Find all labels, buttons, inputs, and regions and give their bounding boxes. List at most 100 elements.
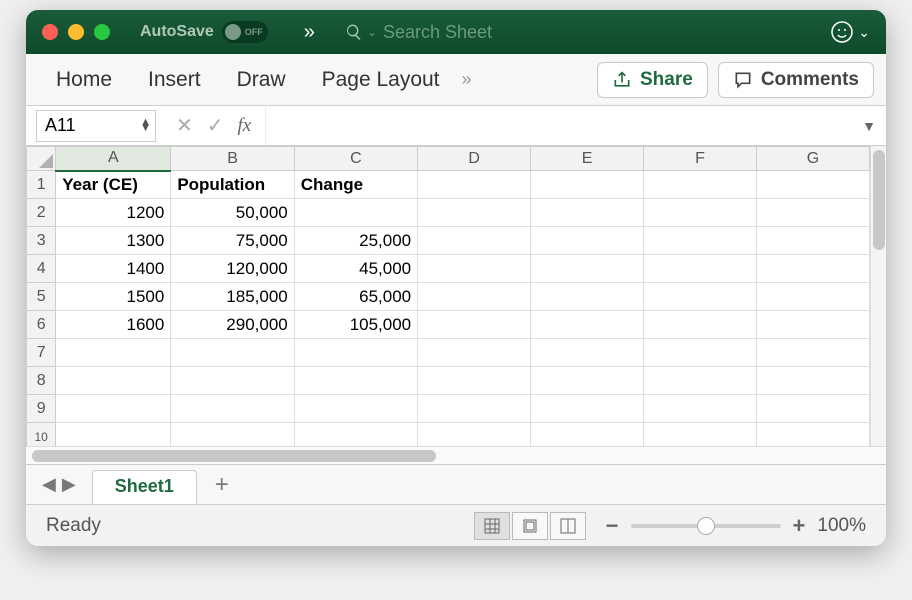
cell[interactable]: 75,000: [171, 227, 294, 255]
row-9: 9: [27, 395, 870, 423]
cell[interactable]: 1600: [56, 311, 171, 339]
cell[interactable]: Change: [294, 171, 417, 199]
add-sheet-button[interactable]: +: [197, 471, 247, 499]
row-header[interactable]: 3: [27, 227, 56, 255]
cell[interactable]: 65,000: [294, 283, 417, 311]
row-header[interactable]: 9: [27, 395, 56, 423]
autosave-toggle[interactable]: AutoSave OFF: [140, 21, 268, 43]
zoom-thumb[interactable]: [697, 517, 715, 535]
zoom-slider[interactable]: [631, 524, 781, 528]
row-header[interactable]: 10: [27, 423, 56, 447]
col-header-E[interactable]: E: [531, 147, 644, 171]
row-header[interactable]: 7: [27, 339, 56, 367]
share-button[interactable]: Share: [597, 62, 708, 98]
autosave-label: AutoSave: [140, 23, 214, 41]
formula-bar-row: A11 ▲▼ ✕ ✓ fx ▼: [26, 106, 886, 146]
ribbon-tab-page-layout[interactable]: Page Layout: [304, 68, 458, 92]
row-header[interactable]: 1: [27, 171, 56, 199]
ribbon-tab-draw[interactable]: Draw: [219, 68, 304, 92]
cell[interactable]: 1200: [56, 199, 171, 227]
next-sheet-icon[interactable]: ▶: [62, 474, 76, 495]
sheet-tab[interactable]: Sheet1: [92, 470, 197, 504]
cell[interactable]: [757, 171, 870, 199]
cell[interactable]: [294, 199, 417, 227]
scroll-thumb[interactable]: [873, 150, 885, 250]
page-layout-view-button[interactable]: [512, 512, 548, 540]
sheet-tabs-row: ◀ ▶ Sheet1 +: [26, 464, 886, 504]
cell[interactable]: 45,000: [294, 255, 417, 283]
row-1: 1 Year (CE) Population Change: [27, 171, 870, 199]
cancel-formula-icon[interactable]: ✕: [176, 113, 193, 138]
zoom-window-button[interactable]: [94, 24, 110, 40]
cell[interactable]: Year (CE): [56, 171, 171, 199]
horizontal-scrollbar[interactable]: [26, 446, 886, 464]
prev-sheet-icon[interactable]: ◀: [42, 474, 56, 495]
ribbon-tab-insert[interactable]: Insert: [130, 68, 219, 92]
formula-bar[interactable]: [265, 106, 852, 145]
col-header-A[interactable]: A: [56, 147, 171, 171]
comments-button[interactable]: Comments: [718, 62, 874, 98]
cell[interactable]: [531, 171, 644, 199]
zoom-level[interactable]: 100%: [817, 515, 866, 537]
row-header[interactable]: 4: [27, 255, 56, 283]
formula-expand-icon[interactable]: ▼: [852, 118, 886, 134]
accept-formula-icon[interactable]: ✓: [207, 113, 224, 138]
zoom-out-button[interactable]: −: [606, 513, 619, 539]
row-3: 3 1300 75,000 25,000: [27, 227, 870, 255]
column-headers: A B C D E F G: [27, 147, 870, 171]
scroll-thumb[interactable]: [32, 450, 436, 462]
cell[interactable]: 290,000: [171, 311, 294, 339]
zoom-in-button[interactable]: +: [793, 513, 806, 539]
cell[interactable]: 50,000: [171, 199, 294, 227]
cell[interactable]: [418, 171, 531, 199]
page-icon: [522, 518, 538, 534]
cell[interactable]: 1500: [56, 283, 171, 311]
cell[interactable]: 1400: [56, 255, 171, 283]
ribbon: Home Insert Draw Page Layout » Share Com…: [26, 54, 886, 106]
col-header-B[interactable]: B: [171, 147, 294, 171]
search-placeholder: Search Sheet: [383, 22, 492, 43]
feedback-button[interactable]: ⌄: [830, 20, 870, 44]
name-box-spinner[interactable]: ▲▼: [140, 120, 151, 131]
vertical-scrollbar[interactable]: [870, 146, 886, 446]
cell[interactable]: 185,000: [171, 283, 294, 311]
status-bar: Ready − + 100%: [26, 504, 886, 546]
titlebar: AutoSave OFF » ⌄ Search Sheet ⌄: [26, 10, 886, 54]
cell[interactable]: 1300: [56, 227, 171, 255]
window-controls: [42, 24, 110, 40]
row-header[interactable]: 8: [27, 367, 56, 395]
cell[interactable]: Population: [171, 171, 294, 199]
cell[interactable]: 105,000: [294, 311, 417, 339]
row-2: 2 1200 50,000: [27, 199, 870, 227]
row-header[interactable]: 6: [27, 311, 56, 339]
close-window-button[interactable]: [42, 24, 58, 40]
row-7: 7: [27, 339, 870, 367]
spreadsheet-grid[interactable]: A B C D E F G 1 Year (CE) Population Cha…: [26, 146, 870, 446]
break-icon: [560, 518, 576, 534]
cell[interactable]: [644, 171, 757, 199]
select-all-corner[interactable]: [27, 147, 56, 171]
col-header-G[interactable]: G: [757, 147, 870, 171]
cell[interactable]: 25,000: [294, 227, 417, 255]
toggle-switch[interactable]: OFF: [222, 21, 268, 43]
smiley-icon: [830, 20, 854, 44]
name-box[interactable]: A11 ▲▼: [36, 110, 156, 142]
row-8: 8: [27, 367, 870, 395]
app-window: AutoSave OFF » ⌄ Search Sheet ⌄ Home Ins…: [26, 10, 886, 546]
ribbon-tab-home[interactable]: Home: [38, 68, 130, 92]
overflow-icon[interactable]: »: [304, 21, 315, 44]
col-header-D[interactable]: D: [418, 147, 531, 171]
search-box[interactable]: ⌄ Search Sheet: [345, 22, 830, 43]
col-header-C[interactable]: C: [294, 147, 417, 171]
row-header[interactable]: 2: [27, 199, 56, 227]
row-header[interactable]: 5: [27, 283, 56, 311]
normal-view-button[interactable]: [474, 512, 510, 540]
cell[interactable]: 120,000: [171, 255, 294, 283]
minimize-window-button[interactable]: [68, 24, 84, 40]
search-icon: [345, 23, 363, 41]
ribbon-more-icon[interactable]: »: [462, 69, 472, 90]
chevron-down-icon: ⌄: [858, 24, 870, 41]
col-header-F[interactable]: F: [644, 147, 757, 171]
fx-label[interactable]: fx: [238, 115, 252, 137]
page-break-view-button[interactable]: [550, 512, 586, 540]
